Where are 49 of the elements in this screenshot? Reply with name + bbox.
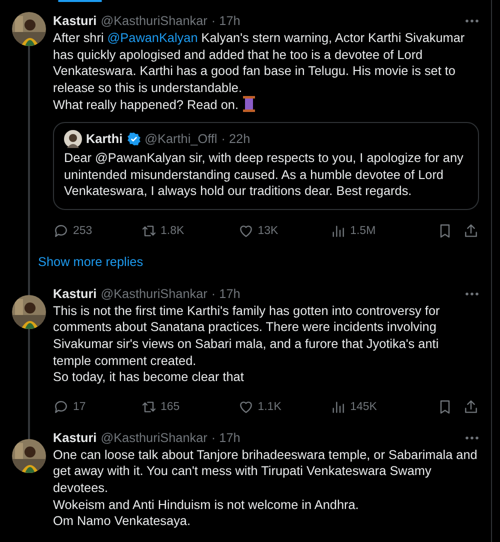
reply-icon (53, 398, 69, 415)
avatar[interactable] (12, 294, 46, 329)
more-icon (465, 436, 479, 440)
post-text: One can loose talk about Tanjore brihadeeswara temple, or Sabarimala and get away with it. You can't mess with Tirupati Venkateswara Swamy devotees. Wokeism and Anti Hinduism is not welcome in Andhra. Om Namo Venkatesaya. (53, 446, 478, 530)
share-icon (463, 398, 480, 415)
heart-icon (238, 398, 254, 415)
author-name: Kasturi (53, 286, 97, 303)
reply-button[interactable]: 17 (53, 398, 140, 415)
post-text: This is not the first time Karthi's family has gotten into controversy for comments about Sanatana practices. There were incidents involving Sivakumar sir's views on Sabari mala, and a furore that Jyotika's anti temple comment created. So today, it has become clear that (53, 302, 441, 386)
mention-link[interactable]: @PawanKalyan (107, 31, 198, 45)
more-button[interactable] (465, 292, 479, 296)
post-time: · 17h (211, 430, 240, 447)
show-more-replies-link[interactable]: Show more replies (38, 254, 144, 269)
repost-icon (140, 398, 156, 415)
post-text: After shri @PawanKalyan Kalyan's stern warning, Actor Karthi Sivakumar has quickly apologised and added that he too is a devotee of Lord Venkateswara. Karthi has a good fan base in Telugu. His movie is set to release so this is understandable. What really happened? Read on. (53, 30, 466, 114)
quoted-text: Dear @PawanKalyan sir, with deep respects to you, I apologize for any unintended misunderstanding caused. As a humble devotee of Lord Venkateswara, I always hold our traditions dear. Best regards. (64, 150, 464, 200)
quoted-post[interactable] (53, 122, 479, 210)
tab-indicator (58, 0, 102, 2)
author-handle: @KasthuriShankar (100, 13, 208, 30)
post-time: · 17h (211, 13, 240, 30)
author-name: Kasturi (53, 430, 97, 447)
reply-icon (53, 222, 69, 239)
repost-button[interactable]: 1.8K (140, 222, 238, 239)
share-icon (463, 222, 480, 239)
avatar[interactable] (12, 12, 46, 46)
views-button[interactable]: 1.5M (330, 222, 438, 239)
more-icon (465, 292, 479, 296)
post-time: · 22h (221, 130, 250, 148)
avatar[interactable] (12, 438, 46, 473)
author-handle: @Karthi_Offl (144, 130, 218, 148)
repost-icon (140, 222, 156, 239)
repost-button[interactable]: 165 (140, 398, 238, 415)
heart-icon (238, 222, 254, 239)
more-button[interactable] (465, 19, 479, 23)
author-name: Kasturi (53, 13, 97, 30)
author-handle: @KasthuriShankar (100, 286, 208, 303)
reply-button[interactable]: 253 (53, 222, 140, 239)
avatar[interactable] (64, 130, 82, 148)
post-time: · 17h (211, 286, 240, 303)
author-handle: @KasthuriShankar (100, 430, 208, 447)
author-name: Karthi (86, 130, 123, 148)
views-button[interactable]: 145K (330, 398, 438, 415)
share-button[interactable] (463, 398, 480, 415)
like-button[interactable]: 13K (238, 222, 330, 239)
more-icon (465, 19, 479, 23)
share-button[interactable] (463, 222, 480, 239)
thread-spool-icon (242, 96, 255, 112)
more-button[interactable] (465, 436, 479, 440)
like-button[interactable]: 1.1K (238, 398, 330, 415)
